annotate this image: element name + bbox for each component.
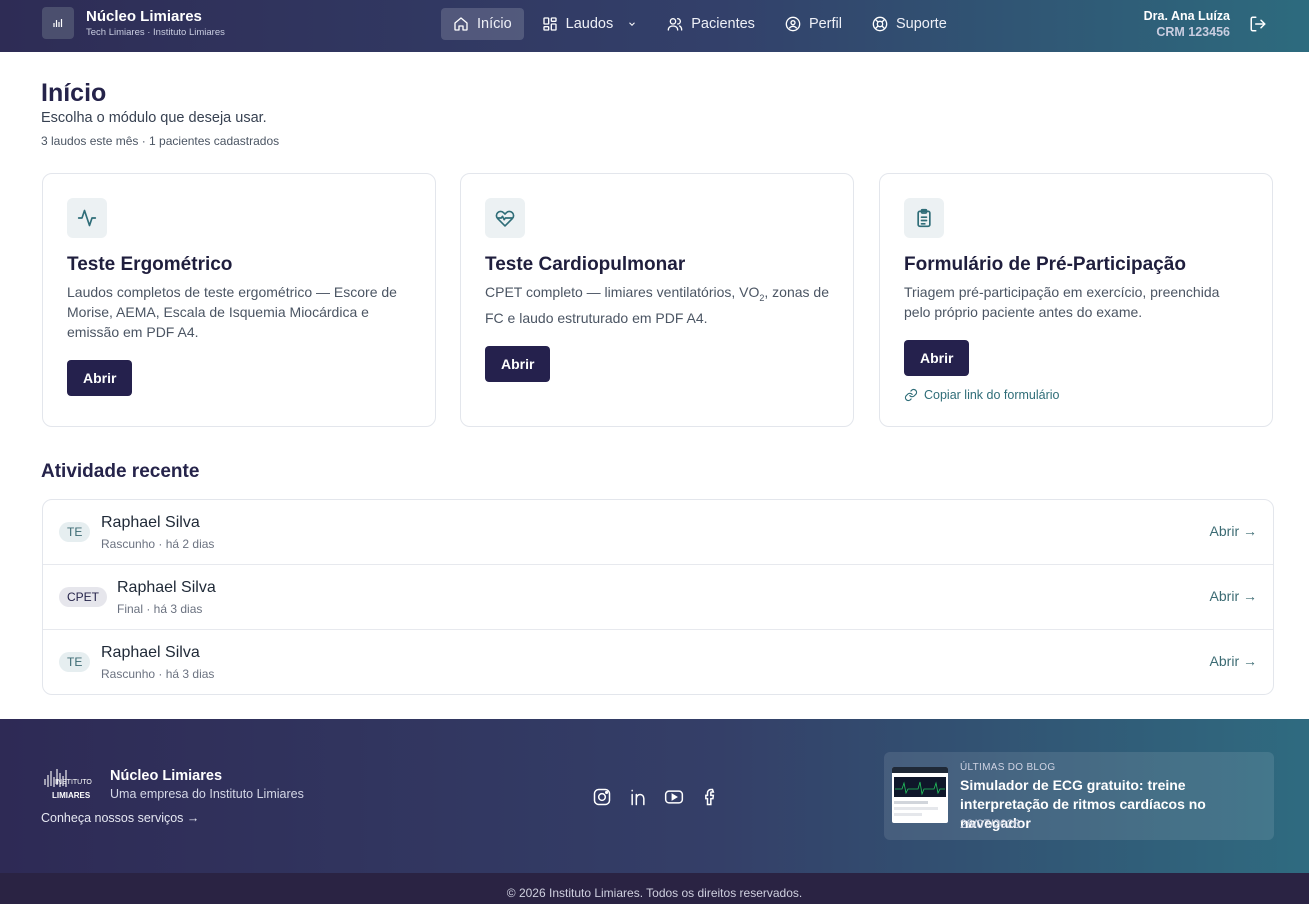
user-crm: CRM 123456	[1156, 25, 1230, 39]
nav-suporte-label: Suporte	[895, 16, 947, 32]
module-card-cardiopulmonar: Teste Cardiopulmonar CPET completo — lim…	[460, 173, 854, 427]
chevron-down-icon	[629, 22, 636, 26]
user-circle-icon	[785, 16, 801, 32]
logout-button[interactable]	[1249, 15, 1267, 38]
nav-laudos[interactable]: Laudos	[530, 8, 650, 40]
services-link[interactable]: Conheça nossos serviços →	[41, 811, 199, 825]
clipboard-icon	[904, 198, 944, 238]
module-title: Teste Cardiopulmonar	[485, 254, 686, 275]
activity-meta: Rascunho · há 2 dias	[101, 537, 215, 551]
activity-meta: Rascunho · há 3 dias	[101, 667, 215, 681]
user-name: Dra. Ana Luíza	[1143, 9, 1230, 23]
heart-pulse-icon	[485, 198, 525, 238]
nav-inicio[interactable]: Início	[441, 8, 524, 40]
module-title: Formulário de Pré-Participação	[904, 254, 1186, 275]
top-navbar: Núcleo Limiares Tech Limiares · Institut…	[0, 0, 1309, 52]
svg-text:LIMIARES: LIMIARES	[52, 791, 91, 800]
instagram-icon[interactable]	[592, 787, 612, 807]
module-card-ergometrico: Teste Ergométrico Laudos completos de te…	[42, 173, 436, 427]
youtube-icon[interactable]	[664, 787, 684, 807]
link-icon	[904, 388, 918, 402]
open-pre-participacao-button[interactable]: Abrir	[904, 340, 970, 376]
blog-date: 28/07/2026	[960, 817, 1021, 831]
logout-icon	[1250, 16, 1266, 32]
blog-card[interactable]: ÚLTIMAS DO BLOG Simulador de ECG gratuit…	[884, 752, 1274, 840]
list-item[interactable]: CPET Raphael Silva Final · há 3 dias Abr…	[43, 565, 1273, 630]
patient-name: Raphael Silva	[117, 579, 216, 596]
module-card-pre-participacao: Formulário de Pré-Participação Triagem p…	[879, 173, 1273, 427]
blog-thumbnail	[892, 767, 948, 823]
social-links	[592, 787, 736, 807]
open-cardiopulmonar-button[interactable]: Abrir	[485, 345, 551, 382]
patient-name: Raphael Silva	[101, 644, 200, 661]
copy-form-link-label: Copiar link do formulário	[924, 388, 1060, 402]
module-description: CPET completo — limiares ventilatórios, …	[485, 284, 830, 326]
page-subtitle: Escolha o módulo que deseja usar.	[41, 110, 267, 126]
recent-activity-title: Atividade recente	[41, 461, 200, 482]
main-content: Início Escolha o módulo que deseja usar.…	[0, 52, 1309, 719]
home-icon	[454, 17, 468, 31]
recent-activity-list: TE Raphael Silva Rascunho · há 2 dias Ab…	[42, 499, 1274, 695]
user-info: Dra. Ana Luíza CRM 123456	[1144, 9, 1230, 41]
institute-logo: INSTITUTO LIMIARES	[42, 767, 98, 806]
copy-form-link[interactable]: Copiar link do formulário	[904, 388, 1248, 402]
type-badge: TE	[59, 652, 91, 672]
patient-name: Raphael Silva	[101, 514, 200, 531]
facebook-icon[interactable]	[700, 787, 720, 807]
footer: INSTITUTO LIMIARES Núcleo Limiares Uma e…	[0, 719, 1309, 873]
footer-company: Uma empresa do Instituto Limiares	[110, 787, 304, 801]
module-description: Triagem pré-participação em exercício, p…	[904, 284, 1220, 320]
nav-suporte[interactable]: Suporte	[860, 8, 959, 40]
page-stats: 3 laudos este mês · 1 pacientes cadastra…	[41, 134, 280, 148]
nav-perfil[interactable]: Perfil	[773, 8, 854, 40]
open-ergometrico-button[interactable]: Abrir	[67, 360, 133, 396]
nav-perfil-label: Perfil	[808, 16, 842, 32]
nav-pacientes[interactable]: Pacientes	[655, 8, 767, 40]
linkedin-icon[interactable]	[628, 787, 648, 807]
brand-name: Núcleo Limiares	[86, 7, 202, 25]
svg-text:INSTITUTO: INSTITUTO	[55, 779, 92, 786]
grid-icon	[543, 17, 557, 31]
list-item[interactable]: TE Raphael Silva Rascunho · há 2 dias Ab…	[43, 500, 1273, 565]
list-item[interactable]: TE Raphael Silva Rascunho · há 3 dias Ab…	[43, 630, 1273, 694]
type-badge: CPET	[59, 587, 108, 607]
page-title: Início	[41, 79, 107, 107]
module-title: Teste Ergométrico	[67, 254, 233, 275]
activity-icon	[67, 198, 107, 238]
module-description: Laudos completos de teste ergométrico — …	[67, 284, 397, 340]
users-icon	[667, 18, 683, 31]
open-link[interactable]: Abrir →	[1210, 523, 1257, 539]
copyright: © 2026 Instituto Limiares. Todos os dire…	[0, 873, 1309, 904]
lifebuoy-icon	[872, 16, 888, 32]
open-link[interactable]: Abrir →	[1210, 653, 1257, 669]
nav-pacientes-label: Pacientes	[691, 16, 755, 32]
main-nav: Início Laudos Pacientes Perfil Suporte	[441, 8, 965, 40]
type-badge: TE	[59, 522, 91, 542]
nav-inicio-label: Início	[477, 16, 512, 32]
open-link[interactable]: Abrir →	[1210, 588, 1257, 604]
activity-meta: Final · há 3 dias	[117, 602, 203, 616]
brand-logo-icon	[42, 7, 74, 39]
nav-laudos-label: Laudos	[565, 16, 614, 32]
footer-brand-name: Núcleo Limiares	[110, 768, 223, 784]
blog-kicker: ÚLTIMAS DO BLOG	[960, 762, 1056, 773]
brand[interactable]: Núcleo Limiares Tech Limiares · Institut…	[42, 7, 225, 39]
brand-subtitle: Tech Limiares · Instituto Limiares	[86, 26, 225, 38]
